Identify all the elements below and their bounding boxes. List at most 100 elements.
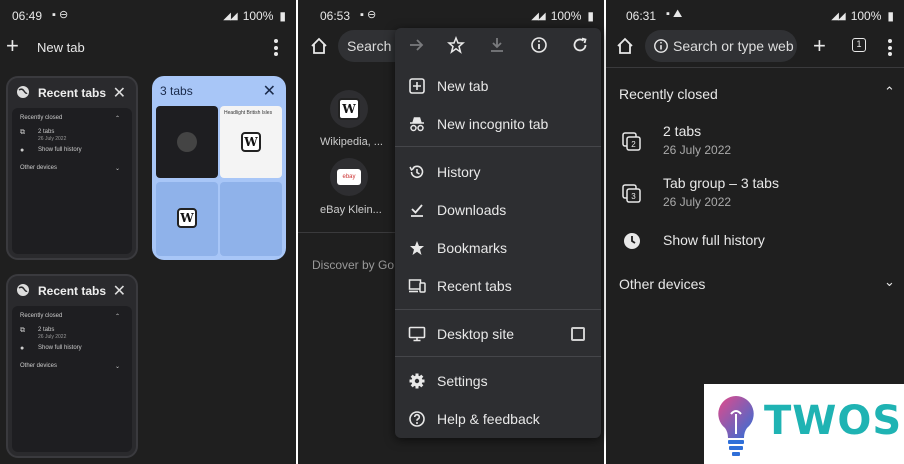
menu-item-downloads[interactable]: Downloads	[395, 194, 601, 226]
download-icon[interactable]	[488, 36, 506, 54]
battery-level: 100%	[242, 9, 274, 23]
menu-item-desktop-site[interactable]: Desktop site	[395, 318, 601, 350]
new-tab-plus-icon[interactable]: +	[813, 35, 826, 57]
info-icon[interactable]	[530, 36, 548, 54]
globe-icon	[17, 86, 29, 98]
incognito-icon	[410, 117, 424, 132]
signal-icon: ◢◢	[223, 10, 237, 22]
status-bar: 06:53 ▪ ⊖ ◢◢ 100% ▮	[298, 0, 604, 30]
history-icon	[409, 165, 424, 179]
thumbnail-text: Headlight British Isles	[224, 110, 273, 116]
chevron-up-icon: ⌃	[114, 116, 120, 122]
battery-icon: ▮	[587, 9, 594, 23]
status-indicators: ▪ ⊖	[52, 9, 69, 21]
battery-icon: ▮	[887, 9, 894, 23]
recently-closed-item[interactable]: 2 2 tabs 26 July 2022	[619, 123, 899, 163]
menu-item-label: Bookmarks	[437, 240, 508, 256]
list-item-date: 26 July 2022	[38, 136, 67, 142]
list-item-date: 26 July 2022	[663, 143, 732, 157]
wikipedia-badge: W	[241, 132, 261, 152]
overflow-menu-icon[interactable]	[274, 39, 278, 59]
other-devices-header[interactable]: Other devices	[619, 276, 705, 292]
menu-item-history[interactable]: History	[395, 156, 601, 188]
omnibox-placeholder: Search or type web	[673, 38, 794, 54]
devices-icon	[408, 279, 426, 293]
page-title: New tab	[37, 40, 85, 55]
list-item-title: 2 tabs	[38, 129, 55, 135]
tab-group-title: 3 tabs	[160, 84, 193, 98]
tabs-icon: ⧉	[20, 129, 25, 136]
list-item-date: 26 July 2022	[38, 334, 67, 340]
status-indicators: ▪ ⊖	[360, 9, 377, 21]
menu-item-label: Settings	[437, 373, 488, 389]
menu-item-recent-tabs[interactable]: Recent tabs	[395, 270, 601, 302]
tab-card-recent-tabs[interactable]: Recent tabs ✕ Recently closed ⌃ ⧉ 2 tabs 26…	[6, 76, 138, 260]
menu-item-label: Downloads	[437, 202, 507, 218]
new-tab-icon	[409, 78, 425, 94]
battery-level: 100%	[850, 9, 882, 23]
signal-icon: ◢◢	[831, 10, 845, 22]
omnibox[interactable]: Search or type web	[645, 30, 797, 62]
clock-icon	[624, 233, 640, 249]
chevron-up-icon[interactable]: ⌃	[884, 84, 895, 100]
tabs-count-badge: 2	[631, 140, 636, 149]
desktop-site-checkbox[interactable]	[571, 327, 585, 341]
menu-item-label: Help & feedback	[437, 411, 540, 427]
status-time: 06:53	[320, 9, 351, 23]
tab-card-recent-tabs[interactable]: Recent tabs ✕ Recently closed ⌃ ⧉ 2 tabs 26…	[6, 274, 138, 458]
forward-icon[interactable]	[407, 36, 425, 54]
thumbnail-recent-tabs	[156, 106, 218, 178]
bookmark-star-icon[interactable]	[447, 36, 465, 54]
toolbar-divider	[606, 67, 904, 68]
shortcut-ebay[interactable]: ebay	[330, 158, 368, 196]
chevron-down-icon: ⌄	[114, 166, 120, 172]
menu-divider	[395, 146, 601, 147]
status-time: 06:31	[626, 9, 657, 23]
menu-item-bookmarks[interactable]: Bookmarks	[395, 232, 601, 264]
reload-icon[interactable]	[571, 36, 589, 54]
home-icon[interactable]	[310, 37, 328, 55]
recently-closed-label: Recently closed	[20, 115, 63, 121]
info-icon[interactable]	[653, 38, 669, 54]
show-full-history-item[interactable]: Show full history	[619, 232, 899, 272]
recently-closed-item[interactable]: 3 Tab group – 3 tabs 26 July 2022	[619, 175, 899, 215]
shortcut-wikipedia[interactable]: W	[330, 90, 368, 128]
tab-card-title: Recent tabs	[38, 284, 107, 298]
menu-item-new-incognito-tab[interactable]: New incognito tab	[395, 108, 601, 140]
status-bar: 06:49 ▪ ⊖ ◢◢ 100% ▮	[0, 0, 296, 30]
menu-item-label: Desktop site	[437, 326, 515, 342]
ebay-logo: ebay	[337, 169, 361, 185]
close-icon[interactable]: ✕	[113, 281, 126, 301]
tab-group-card[interactable]: 3 tabs ✕ Headlight British Isles W W	[152, 76, 286, 260]
close-icon[interactable]: ✕	[113, 83, 126, 103]
wikipedia-badge: W	[177, 208, 197, 228]
menu-item-help-feedback[interactable]: Help & feedback	[395, 403, 601, 435]
new-tab-plus-icon[interactable]: +	[6, 35, 19, 57]
tab-switcher-button[interactable]: 1	[852, 38, 866, 52]
divider	[298, 232, 398, 233]
home-icon[interactable]	[616, 37, 634, 55]
menu-item-label: New incognito tab	[437, 116, 549, 132]
recently-closed-label: Recently closed	[20, 313, 63, 319]
menu-item-label: New tab	[437, 78, 489, 94]
tabs-icon: 2	[622, 132, 641, 151]
menu-item-settings[interactable]: Settings	[395, 365, 601, 397]
thumbnail-blank: W	[156, 182, 218, 256]
signal-icon: ◢◢	[531, 10, 545, 22]
tabs-icon: ⧉	[20, 327, 25, 334]
close-icon[interactable]: ✕	[263, 81, 276, 101]
other-devices-label: Other devices	[20, 165, 58, 171]
battery-icon: ▮	[279, 9, 286, 23]
chevron-down-icon[interactable]: ⌄	[884, 274, 895, 290]
recently-closed-header[interactable]: Recently closed	[619, 86, 718, 102]
list-item-title: 2 tabs	[38, 327, 55, 333]
menu-divider	[395, 356, 601, 357]
downloads-icon	[411, 204, 423, 217]
list-item-title: Show full history	[38, 345, 82, 351]
watermark-logo: TWOS	[704, 384, 904, 464]
list-item-date: 26 July 2022	[663, 195, 732, 209]
overflow-menu-icon[interactable]	[888, 39, 892, 59]
gear-icon	[409, 373, 425, 389]
menu-item-new-tab[interactable]: New tab	[395, 70, 601, 102]
desktop-icon	[408, 326, 426, 342]
